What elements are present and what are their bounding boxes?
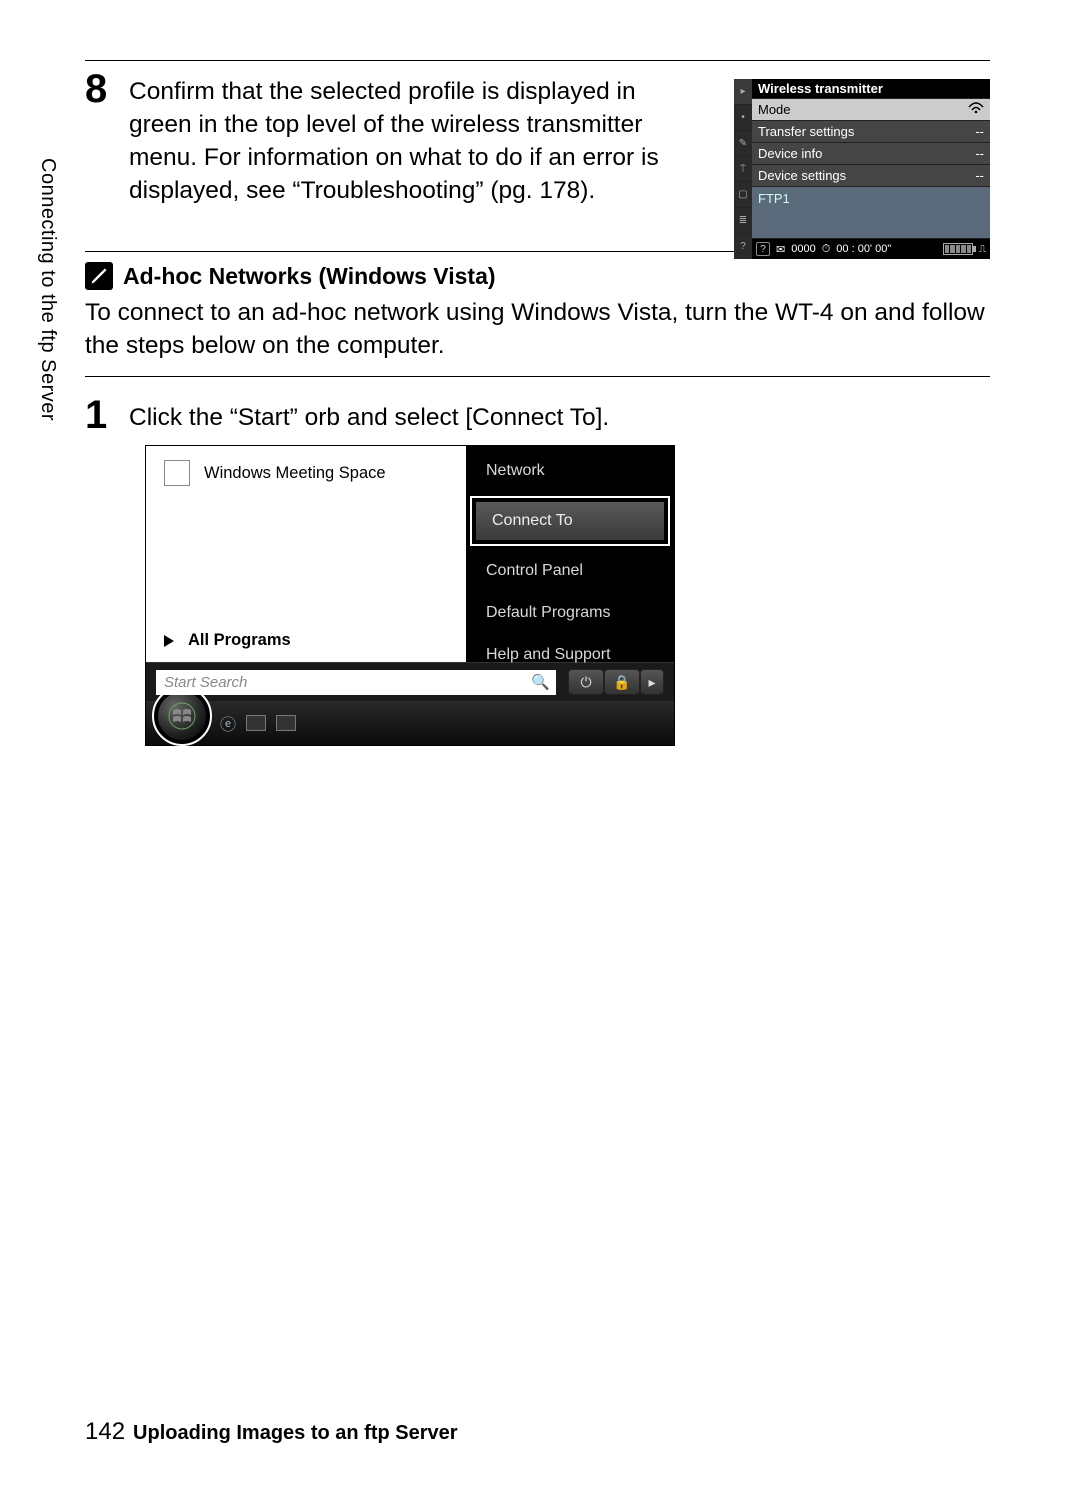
camera-row-deviceinfo: Device info -- bbox=[752, 142, 990, 164]
camera-row-transfer-val: -- bbox=[975, 124, 984, 139]
step-1: 1 Click the “Start” orb and select [Conn… bbox=[85, 387, 990, 435]
camera-row-mode: Mode bbox=[752, 98, 990, 120]
vista-taskbar: ⓔ bbox=[146, 701, 674, 745]
power-button[interactable]: ⏻ bbox=[568, 669, 604, 695]
pencil-note-icon bbox=[85, 262, 113, 290]
vista-power-buttons: ⏻ 🔒 ▸ bbox=[568, 669, 664, 695]
step-8-text: Confirm that the selected profile is dis… bbox=[129, 61, 689, 207]
send-icon: ✉ bbox=[776, 243, 785, 256]
cam-ic-pencil-icon: ✎ bbox=[734, 130, 752, 156]
taskbar-ie-icon[interactable]: ⓔ bbox=[220, 711, 236, 735]
camera-menu-screenshot: ▸ • ✎ ⍑ ▢ ≣ ? Wireless transmitter Mode … bbox=[734, 79, 990, 259]
camera-profile-area: FTP1 bbox=[752, 186, 990, 238]
step-1-text: Click the “Start” orb and select [Connec… bbox=[129, 387, 949, 434]
camera-row-devicesettings-label: Device settings bbox=[758, 168, 846, 183]
camera-left-iconcol: ▸ • ✎ ⍑ ▢ ≣ ? bbox=[734, 79, 752, 259]
power-menu-button[interactable]: ▸ bbox=[640, 669, 664, 695]
vista-item-connect-to[interactable]: Connect To bbox=[472, 498, 668, 544]
wifi-icon bbox=[968, 102, 984, 117]
camera-row-devicesettings: Device settings -- bbox=[752, 164, 990, 186]
start-orb-button[interactable] bbox=[154, 688, 210, 744]
vista-all-programs-label: All Programs bbox=[188, 631, 291, 650]
vista-right-pane: Network Connect To Control Panel Default… bbox=[466, 446, 674, 662]
battery-icon bbox=[943, 243, 973, 255]
lock-button[interactable]: 🔒 bbox=[604, 669, 640, 695]
camera-profile-name: FTP1 bbox=[758, 191, 790, 206]
mid-rule bbox=[85, 376, 990, 377]
cam-ic-help-icon: ? bbox=[734, 233, 752, 259]
vista-left-pane: Windows Meeting Space All Programs bbox=[146, 446, 466, 662]
help-badge-icon: ? bbox=[756, 242, 770, 256]
camera-row-mode-label: Mode bbox=[758, 102, 791, 117]
vista-item-default-programs[interactable]: Default Programs bbox=[466, 598, 674, 628]
note-heading-row: Ad-hoc Networks (Windows Vista) bbox=[85, 262, 990, 290]
taskbar-window-icon[interactable] bbox=[246, 715, 266, 731]
camera-row-transfer-label: Transfer settings bbox=[758, 124, 854, 139]
vista-item-meeting-space[interactable]: Windows Meeting Space bbox=[146, 446, 466, 500]
cam-ic-list-icon: ≣ bbox=[734, 207, 752, 233]
cam-ic-card-icon: ▢ bbox=[734, 181, 752, 207]
cam-ic-antenna-icon: ⍑ bbox=[734, 156, 752, 182]
step-1-number: 1 bbox=[85, 387, 129, 435]
clock-icon: ⏱ bbox=[822, 243, 831, 256]
camera-status-time: 00 : 00' 00" bbox=[836, 243, 891, 255]
chevron-right-icon bbox=[164, 635, 174, 647]
camera-status-count: 0000 bbox=[791, 243, 815, 255]
vista-all-programs[interactable]: All Programs bbox=[146, 619, 466, 662]
camera-status-bar: ? ✉ 0000 ⏱ 00 : 00' 00" ⎍ bbox=[752, 238, 990, 259]
step-8: 8 Confirm that the selected profile is d… bbox=[85, 61, 990, 207]
vista-meeting-space-label: Windows Meeting Space bbox=[204, 464, 386, 483]
page-content: 8 Confirm that the selected profile is d… bbox=[85, 60, 990, 746]
step-8-number: 8 bbox=[85, 61, 129, 109]
camera-menu-title: Wireless transmitter bbox=[752, 79, 990, 98]
signal-icon: ⎍ bbox=[979, 244, 986, 255]
taskbar-app-icon[interactable] bbox=[276, 715, 296, 731]
cam-ic-dot-icon: • bbox=[734, 104, 752, 130]
side-tab-label: Connecting to the ftp Server bbox=[36, 158, 59, 421]
camera-row-transfer: Transfer settings -- bbox=[752, 120, 990, 142]
vista-search-placeholder: Start Search bbox=[164, 674, 247, 691]
camera-row-devicesettings-val: -- bbox=[975, 168, 984, 183]
vista-item-control-panel[interactable]: Control Panel bbox=[466, 556, 674, 586]
note-block: Ad-hoc Networks (Windows Vista) To conne… bbox=[85, 251, 990, 362]
cam-ic-play-icon: ▸ bbox=[734, 79, 752, 104]
camera-row-deviceinfo-label: Device info bbox=[758, 146, 822, 161]
search-icon: 🔍 bbox=[531, 673, 550, 691]
vista-item-help[interactable]: Help and Support bbox=[466, 640, 674, 670]
vista-search-input[interactable]: Start Search 🔍 bbox=[156, 670, 556, 695]
page-footer: 142 Uploading Images to an ftp Server bbox=[85, 1418, 458, 1446]
camera-row-deviceinfo-val: -- bbox=[975, 146, 984, 161]
vista-item-network[interactable]: Network bbox=[466, 456, 674, 486]
vista-start-menu-screenshot: Windows Meeting Space All Programs Netwo… bbox=[145, 445, 675, 746]
footer-title: Uploading Images to an ftp Server bbox=[133, 1422, 458, 1445]
page-number: 142 bbox=[85, 1418, 125, 1446]
note-body: To connect to an ad-hoc network using Wi… bbox=[85, 296, 990, 362]
meeting-space-icon bbox=[164, 460, 190, 486]
note-heading: Ad-hoc Networks (Windows Vista) bbox=[123, 263, 496, 290]
